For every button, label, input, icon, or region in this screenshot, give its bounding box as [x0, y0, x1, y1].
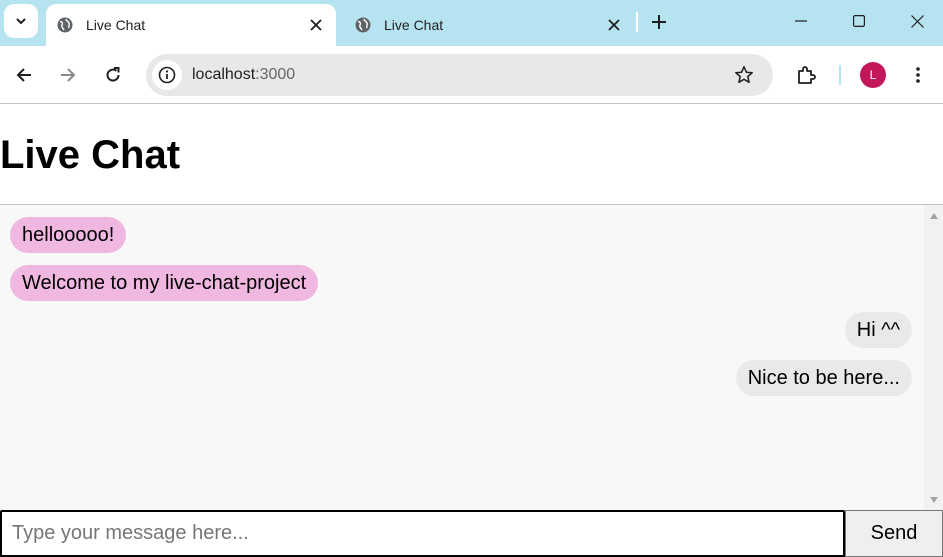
- new-tab-button[interactable]: [645, 8, 673, 36]
- back-button[interactable]: [8, 59, 40, 91]
- window-close-icon: [910, 14, 924, 28]
- tab-search-icon: [16, 18, 26, 25]
- received-message: Welcome to my live-chat-project: [10, 265, 319, 301]
- plus-icon: [652, 15, 666, 29]
- forward-button[interactable]: [52, 59, 84, 91]
- tab-title: Live Chat: [384, 17, 444, 33]
- maximize-icon: [853, 15, 865, 27]
- received-message: hellooooo!: [10, 217, 127, 253]
- toolbar-divider: [839, 65, 841, 85]
- send-button[interactable]: Send: [845, 510, 943, 557]
- window-close-button[interactable]: [888, 0, 943, 42]
- sent-message: Hi ^^: [844, 312, 912, 348]
- extensions-button[interactable]: [790, 59, 822, 91]
- page-title: Live Chat: [0, 133, 181, 177]
- minimize-button[interactable]: [772, 0, 830, 42]
- globe-icon: [56, 16, 74, 34]
- close-icon[interactable]: [602, 13, 626, 37]
- address-bar[interactable]: localhost:3000: [146, 54, 773, 96]
- scroll-down-arrow-icon[interactable]: [930, 497, 938, 503]
- message-input[interactable]: [0, 510, 845, 557]
- scroll-up-arrow-icon[interactable]: [930, 213, 938, 219]
- tab-live-chat[interactable]: Live Chat: [344, 4, 634, 46]
- tab-separator: [636, 12, 638, 32]
- url-port: :3000: [255, 66, 296, 83]
- tab-title: Live Chat: [86, 17, 146, 33]
- close-icon[interactable]: [304, 13, 328, 37]
- chat-messages[interactable]: hellooooo! Welcome to my live-chat-proje…: [0, 204, 943, 511]
- chat-scrollbar[interactable]: [924, 205, 943, 511]
- url-text[interactable]: localhost:3000: [192, 66, 729, 84]
- info-icon[interactable]: [152, 60, 182, 90]
- tab-search-button[interactable]: [4, 4, 38, 38]
- url-host: localhost: [192, 66, 256, 83]
- sent-message: Nice to be here...: [735, 360, 912, 396]
- minimize-icon: [795, 20, 807, 22]
- browser-toolbar: localhost:3000 L: [0, 46, 943, 104]
- browser-menu-button[interactable]: [902, 59, 934, 91]
- tab-live-chat-active[interactable]: Live Chat: [46, 4, 336, 46]
- star-icon[interactable]: [729, 60, 759, 90]
- reload-icon: [106, 67, 120, 82]
- globe-icon: [354, 16, 372, 34]
- maximize-button[interactable]: [830, 0, 888, 42]
- back-arrow-icon: [16, 68, 31, 82]
- kebab-menu-icon: [916, 67, 920, 83]
- tab-strip: Live Chat Live Chat: [0, 0, 943, 46]
- reload-button[interactable]: [97, 59, 129, 91]
- avatar[interactable]: L: [860, 62, 886, 88]
- forward-arrow-icon: [61, 68, 76, 82]
- extensions-icon: [798, 66, 816, 84]
- message-composer: Send: [0, 510, 943, 557]
